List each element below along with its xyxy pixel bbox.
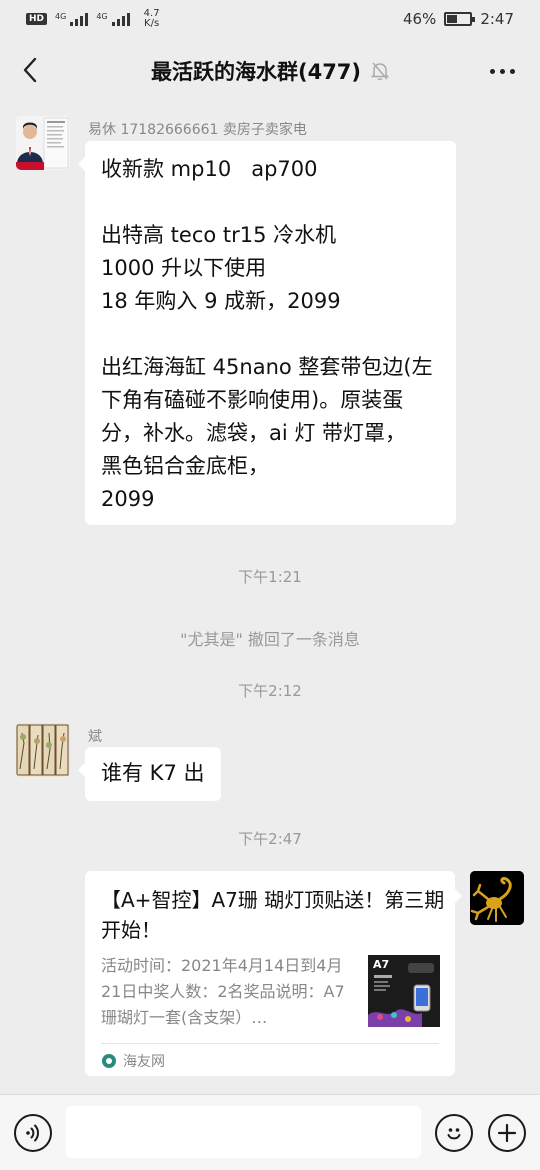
avatar-bin[interactable] (16, 723, 70, 777)
more-options-button[interactable] (484, 56, 520, 86)
haiyou-logo-icon (102, 1054, 116, 1068)
status-bar: HD 4G 4G 4.7 K/s 46% 2:47 (0, 0, 540, 38)
link-card-source-name: 海友网 (123, 1054, 165, 1070)
timestamp: 下午2:47 (238, 830, 302, 848)
title-wrap: 最活跃的海水群(477) (150, 56, 390, 86)
agent-photo-icon (16, 116, 70, 170)
clock: 2:47 (480, 10, 514, 28)
hd-badge: HD (26, 13, 48, 25)
message-line: 出特高 teco tr15 冷水机 (101, 223, 337, 247)
message-line: 18 年购入 9 成新，2099 (101, 289, 341, 313)
message-line: 2099 (101, 487, 155, 511)
avatar-self[interactable] (470, 871, 524, 925)
battery-icon (444, 12, 476, 26)
message-input[interactable] (66, 1106, 421, 1158)
net-speed: 4.7 K/s (138, 9, 166, 29)
coral-light-thumb-icon (368, 963, 434, 1027)
emoji-button[interactable] (435, 1114, 473, 1152)
status-left: HD 4G 4G 4.7 K/s (26, 9, 166, 29)
message-bubble[interactable]: 谁有 K7 出 (78, 747, 221, 801)
voice-icon (26, 1124, 39, 1142)
smiley-icon (447, 1128, 461, 1140)
scorpion-avatar-icon (470, 871, 524, 925)
sender-name: 斌 (88, 729, 102, 745)
net-speed-unit: K/s (144, 18, 160, 29)
link-card-source: 海友网 (101, 1051, 165, 1071)
voice-input-button[interactable] (14, 1114, 52, 1152)
chat-title: 最活跃的海水群(477) (150, 60, 362, 84)
sim2-label: 4G (96, 12, 108, 21)
message-line: 分，补水。滤袋，ai 灯 带灯罩， (101, 421, 407, 445)
message-line: 下角有磕碰不影响使用)。原装蛋 (101, 388, 404, 412)
mute-bell-icon (371, 62, 390, 81)
message-line: 1000 升以下使用 (101, 256, 267, 280)
message-line: 出红海海缸 45nano 整套带包边(左 (101, 355, 433, 379)
message-line (101, 318, 440, 351)
message-bubble[interactable]: 收新款 mp10 ap700 出特高 teco tr15 冷水机 1000 升以… (78, 141, 456, 525)
recall-notice: "尤其是" 撤回了一条消息 (180, 630, 360, 649)
link-card[interactable]: 【A+智控】A7珊 瑚灯顶贴送！第三期开始！ 活动时间：2021年4月14日到4… (85, 871, 462, 1076)
sender-name: 易休 17182666661 卖房子卖家电 (88, 122, 307, 138)
sim1-label: 4G (55, 12, 67, 21)
message-line: 收新款 mp10 ap700 (101, 157, 318, 181)
link-card-description: 活动时间：2021年4月14日到4月21日中奖人数：2名奖品说明：A7珊瑚灯一套… (101, 956, 345, 1027)
link-card-thumbnail: A7 (368, 955, 440, 1027)
painting-avatar-icon (16, 723, 70, 777)
timestamp: 下午1:21 (238, 568, 302, 586)
battery-fill (447, 15, 458, 23)
avatar-yixiu[interactable] (16, 116, 70, 170)
link-card-title: 【A+智控】A7珊 瑚灯顶贴送！第三期开始！ (101, 888, 445, 942)
message-line (101, 186, 440, 219)
message-text: 谁有 K7 出 (101, 761, 205, 785)
input-toolbar (0, 1094, 540, 1170)
status-right: 46% 2:47 (403, 10, 514, 28)
link-card-divider (101, 1043, 439, 1044)
message-line: 黑色铝合金底柜， (101, 454, 269, 478)
timestamp: 下午2:12 (238, 682, 302, 700)
chevron-left-icon (23, 57, 37, 83)
plus-icon (497, 1123, 517, 1143)
chat-header: 最活跃的海水群(477) (0, 38, 540, 104)
signal-icon-sim1: 4G (55, 12, 89, 26)
more-functions-button[interactable] (488, 1114, 526, 1152)
back-button[interactable] (12, 52, 48, 88)
battery-percent: 46% (402, 10, 437, 28)
signal-icon-sim2: 4G (96, 12, 130, 26)
